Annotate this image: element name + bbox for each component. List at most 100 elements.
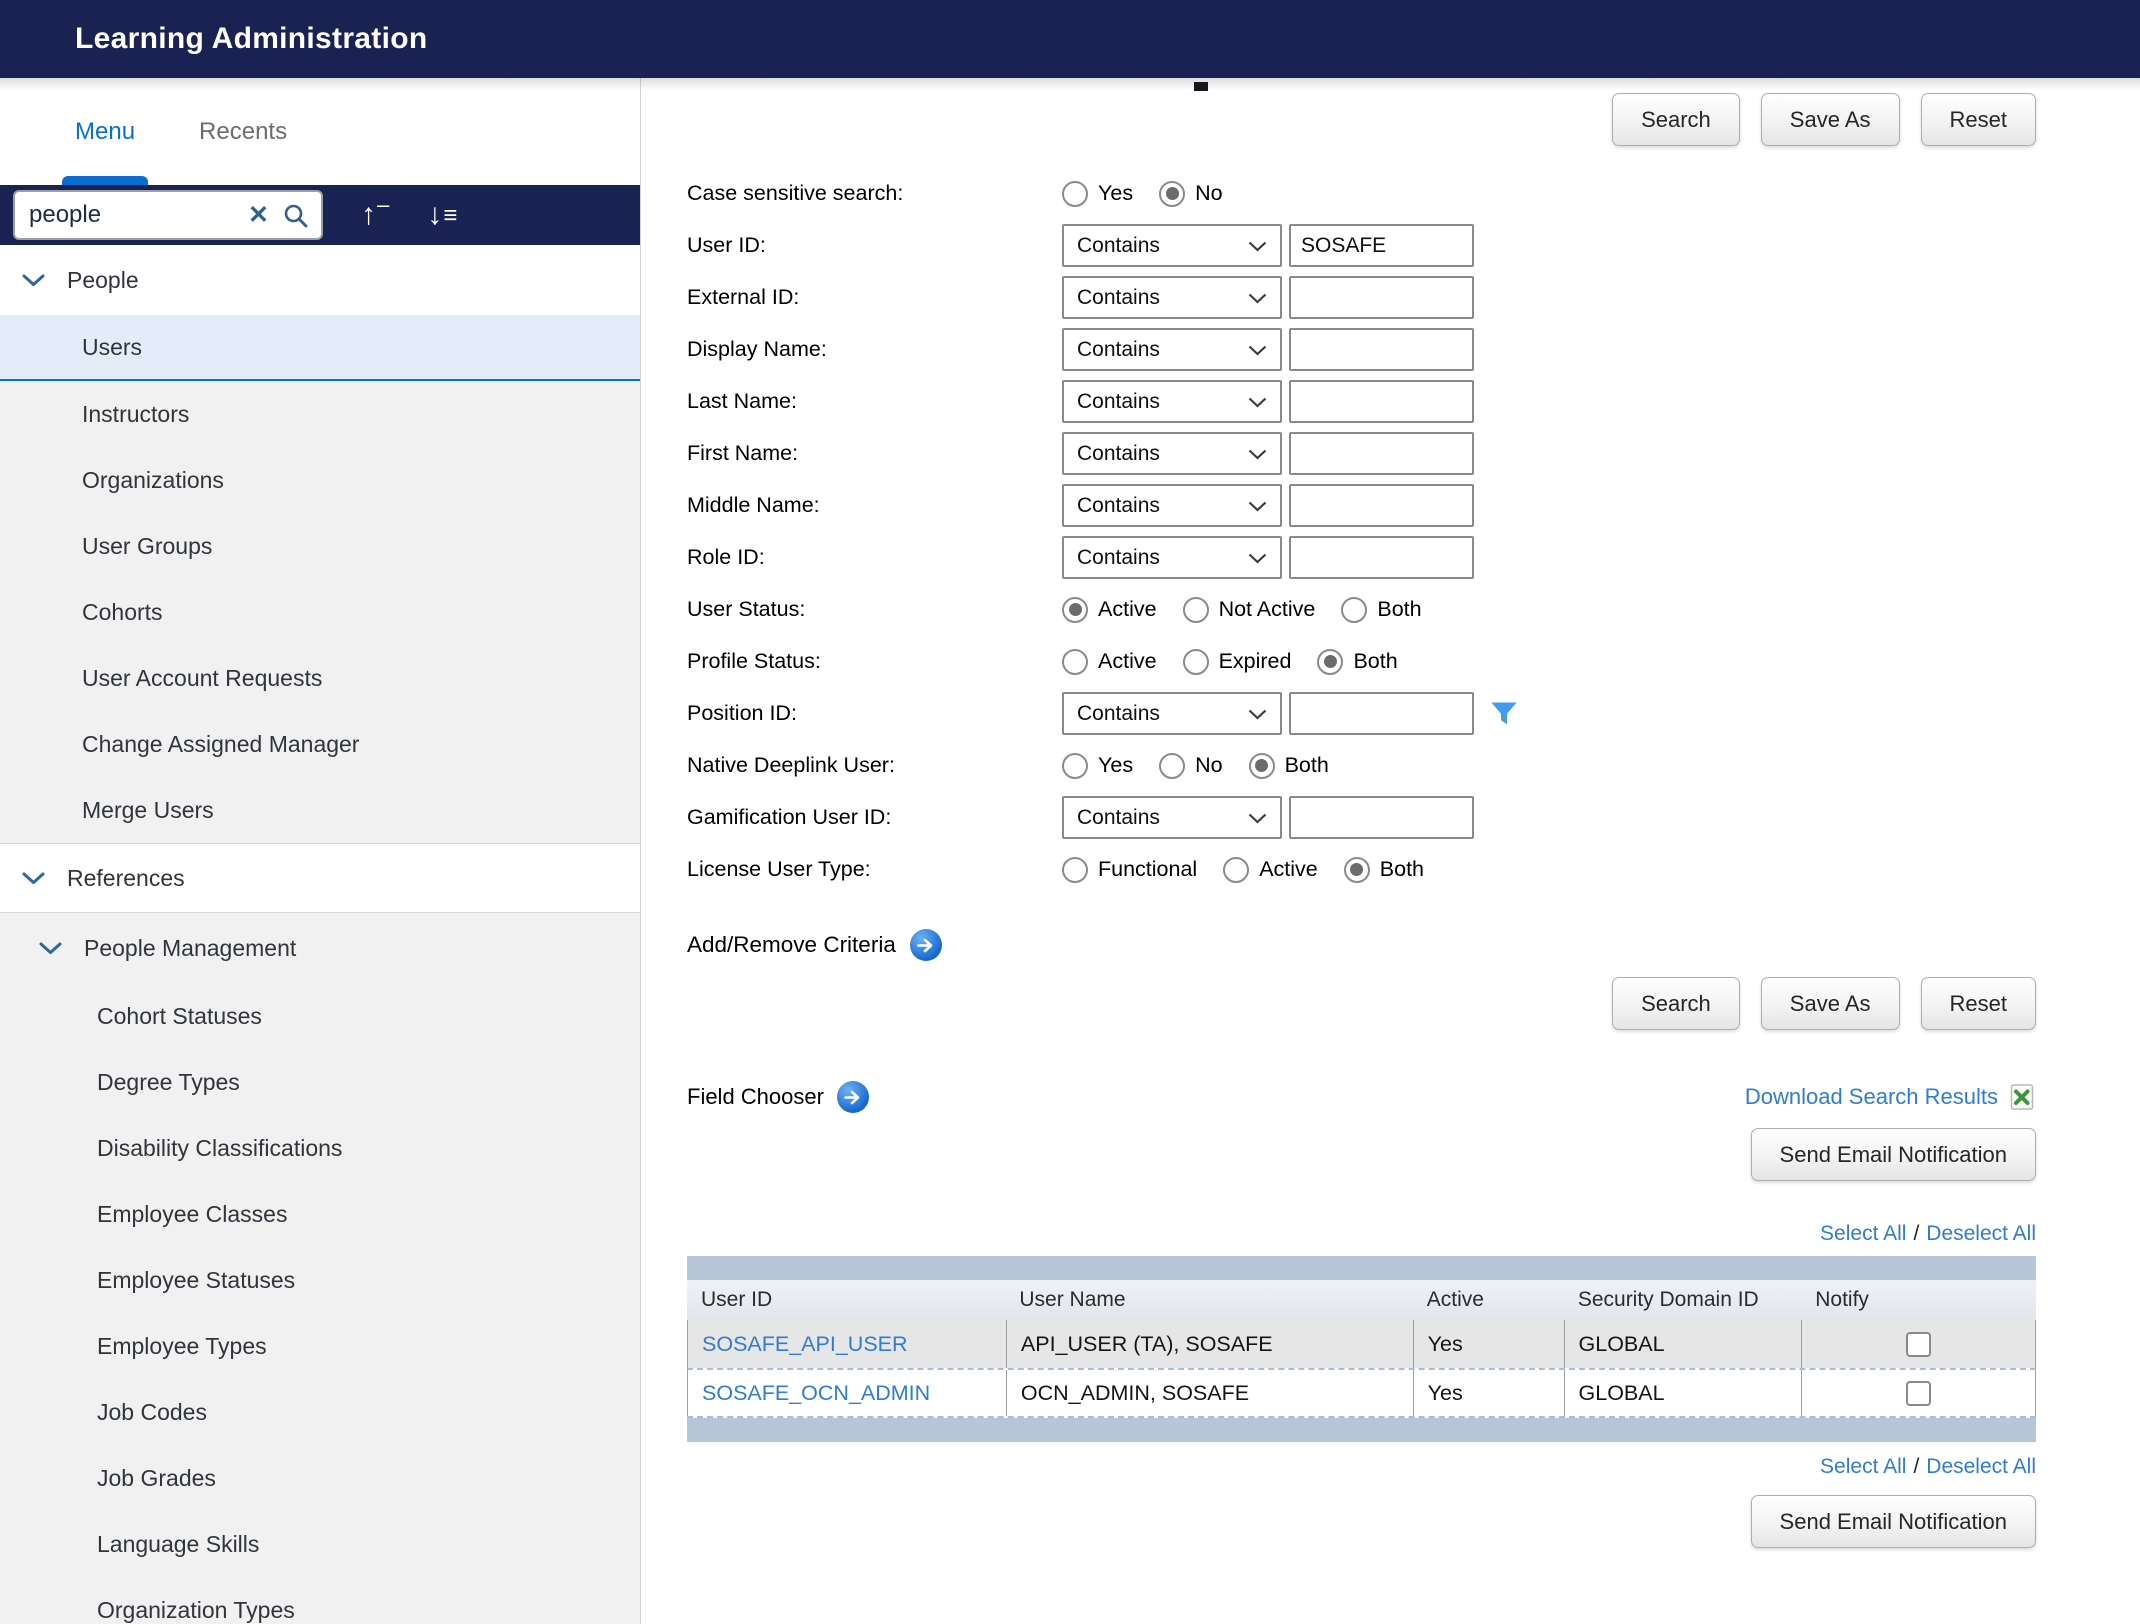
sidebar-item-cohort-statuses[interactable]: Cohort Statuses [0, 983, 640, 1049]
criteria-value-input[interactable] [1289, 328, 1474, 371]
tree-group-people[interactable]: People [0, 245, 640, 315]
criteria-value-input[interactable] [1289, 432, 1474, 475]
search-icon[interactable] [282, 202, 309, 229]
form-row-external-id: External ID:Contains [687, 276, 2036, 319]
criteria-value-input[interactable] [1289, 276, 1474, 319]
user-name-cell: OCN_ADMIN, SOSAFE [1006, 1370, 1413, 1416]
radio-active[interactable] [1223, 857, 1249, 883]
add-remove-criteria-icon[interactable] [910, 929, 942, 961]
deselect-all-link[interactable]: Deselect All [1926, 1222, 2036, 1246]
form-row-position-id: Position ID:Contains [687, 692, 2036, 735]
sidebar-item-employee-statuses[interactable]: Employee Statuses [0, 1247, 640, 1313]
expand-all-icon[interactable]: ↓≡ [427, 200, 457, 230]
operator-select[interactable]: Contains [1062, 224, 1282, 267]
deselect-all-link[interactable]: Deselect All [1926, 1455, 2036, 1479]
operator-select[interactable]: Contains [1062, 432, 1282, 475]
radio-no[interactable] [1159, 181, 1185, 207]
sidebar-item-disability-classifications[interactable]: Disability Classifications [0, 1115, 640, 1181]
active-tab-underline [62, 176, 148, 185]
criteria-value-input[interactable] [1289, 796, 1474, 839]
radio-both[interactable] [1341, 597, 1367, 623]
download-search-results-link[interactable]: Download Search Results [1745, 1084, 1998, 1110]
radio-label: Active [1098, 597, 1157, 622]
sidebar-item-language-skills[interactable]: Language Skills [0, 1511, 640, 1577]
operator-select[interactable]: Contains [1062, 536, 1282, 579]
sidebar-item-organization-types[interactable]: Organization Types [0, 1577, 640, 1624]
operator-select[interactable]: Contains [1062, 796, 1282, 839]
criteria-value-input[interactable] [1289, 484, 1474, 527]
sidebar-item-job-grades[interactable]: Job Grades [0, 1445, 640, 1511]
sidebar-item-change-assigned-manager[interactable]: Change Assigned Manager [0, 711, 640, 777]
save-as-button[interactable]: Save As [1761, 93, 1900, 146]
operator-select[interactable]: Contains [1062, 484, 1282, 527]
radio-both[interactable] [1317, 649, 1343, 675]
sidebar-item-degree-types[interactable]: Degree Types [0, 1049, 640, 1115]
security-domain-cell: GLOBAL [1564, 1320, 1801, 1368]
operator-select[interactable]: Contains [1062, 328, 1282, 371]
search-button[interactable]: Search [1612, 977, 1740, 1030]
menu-search-input[interactable] [29, 201, 235, 229]
send-email-notification-button[interactable]: Send Email Notification [1751, 1128, 2036, 1181]
tree-item-label: Employee Statuses [97, 1267, 295, 1294]
user-id-link[interactable]: SOSAFE_API_USER [702, 1332, 908, 1357]
criteria-value-input[interactable] [1289, 536, 1474, 579]
radio-option: Both [1341, 597, 1421, 623]
radio-both[interactable] [1249, 753, 1275, 779]
reset-button[interactable]: Reset [1921, 93, 2036, 146]
tab-menu[interactable]: Menu [75, 78, 135, 185]
operator-select[interactable]: Contains [1062, 692, 1282, 735]
radio-yes[interactable] [1062, 181, 1088, 207]
user-id-link[interactable]: SOSAFE_OCN_ADMIN [702, 1381, 930, 1406]
select-all-link[interactable]: Select All [1820, 1455, 1906, 1479]
clear-search-icon[interactable]: ✕ [248, 203, 269, 228]
criteria-value-input[interactable] [1289, 380, 1474, 423]
radio-label: Active [1098, 649, 1157, 674]
radio-expired[interactable] [1183, 649, 1209, 675]
sidebar-item-job-codes[interactable]: Job Codes [0, 1379, 640, 1445]
operator-select[interactable]: Contains [1062, 276, 1282, 319]
chevron-down-icon [1248, 442, 1267, 466]
criteria-value-input[interactable] [1289, 692, 1474, 735]
field-label: Native Deeplink User: [687, 753, 1062, 778]
operator-select[interactable]: Contains [1062, 380, 1282, 423]
sidebar-item-user-groups[interactable]: User Groups [0, 513, 640, 579]
tree-group-references[interactable]: References [0, 843, 640, 913]
sidebar-item-employee-types[interactable]: Employee Types [0, 1313, 640, 1379]
sidebar-item-instructors[interactable]: Instructors [0, 381, 640, 447]
notify-checkbox[interactable] [1906, 1381, 1931, 1406]
reset-button[interactable]: Reset [1921, 977, 2036, 1030]
collapse-all-icon[interactable]: ↑– [361, 200, 389, 230]
sidebar-item-user-account-requests[interactable]: User Account Requests [0, 645, 640, 711]
sidebar-item-organizations[interactable]: Organizations [0, 447, 640, 513]
radio-active[interactable] [1062, 649, 1088, 675]
sidebar-item-users[interactable]: Users [0, 315, 640, 381]
app-title: Learning Administration [75, 22, 427, 56]
send-email-row-bottom: Send Email Notification [687, 1495, 2036, 1548]
radio-not-active[interactable] [1183, 597, 1209, 623]
sidebar-item-employee-classes[interactable]: Employee Classes [0, 1181, 640, 1247]
radio-option: Both [1249, 753, 1329, 779]
save-as-button[interactable]: Save As [1761, 977, 1900, 1030]
tree-item-label: Degree Types [97, 1069, 240, 1096]
excel-icon[interactable] [2008, 1083, 2036, 1111]
filter-icon[interactable] [1490, 701, 1518, 726]
field-chooser-icon[interactable] [837, 1081, 869, 1113]
table-row: SOSAFE_OCN_ADMINOCN_ADMIN, SOSAFEYesGLOB… [687, 1368, 2036, 1416]
select-all-link[interactable]: Select All [1820, 1222, 1906, 1246]
operator-select-value: Contains [1077, 546, 1160, 570]
table-top-band [687, 1256, 2036, 1280]
sidebar-item-merge-users[interactable]: Merge Users [0, 777, 640, 843]
sidebar-item-cohorts[interactable]: Cohorts [0, 579, 640, 645]
radio-yes[interactable] [1062, 753, 1088, 779]
radio-active[interactable] [1062, 597, 1088, 623]
tree-group-people-management[interactable]: People Management [0, 913, 640, 983]
criteria-value-input[interactable] [1289, 224, 1474, 267]
send-email-notification-button[interactable]: Send Email Notification [1751, 1495, 2036, 1548]
radio-both[interactable] [1344, 857, 1370, 883]
tab-recents[interactable]: Recents [199, 78, 287, 185]
table-row: SOSAFE_API_USERAPI_USER (TA), SOSAFEYesG… [687, 1320, 2036, 1368]
radio-no[interactable] [1159, 753, 1185, 779]
radio-functional[interactable] [1062, 857, 1088, 883]
notify-checkbox[interactable] [1906, 1332, 1931, 1357]
search-button[interactable]: Search [1612, 93, 1740, 146]
